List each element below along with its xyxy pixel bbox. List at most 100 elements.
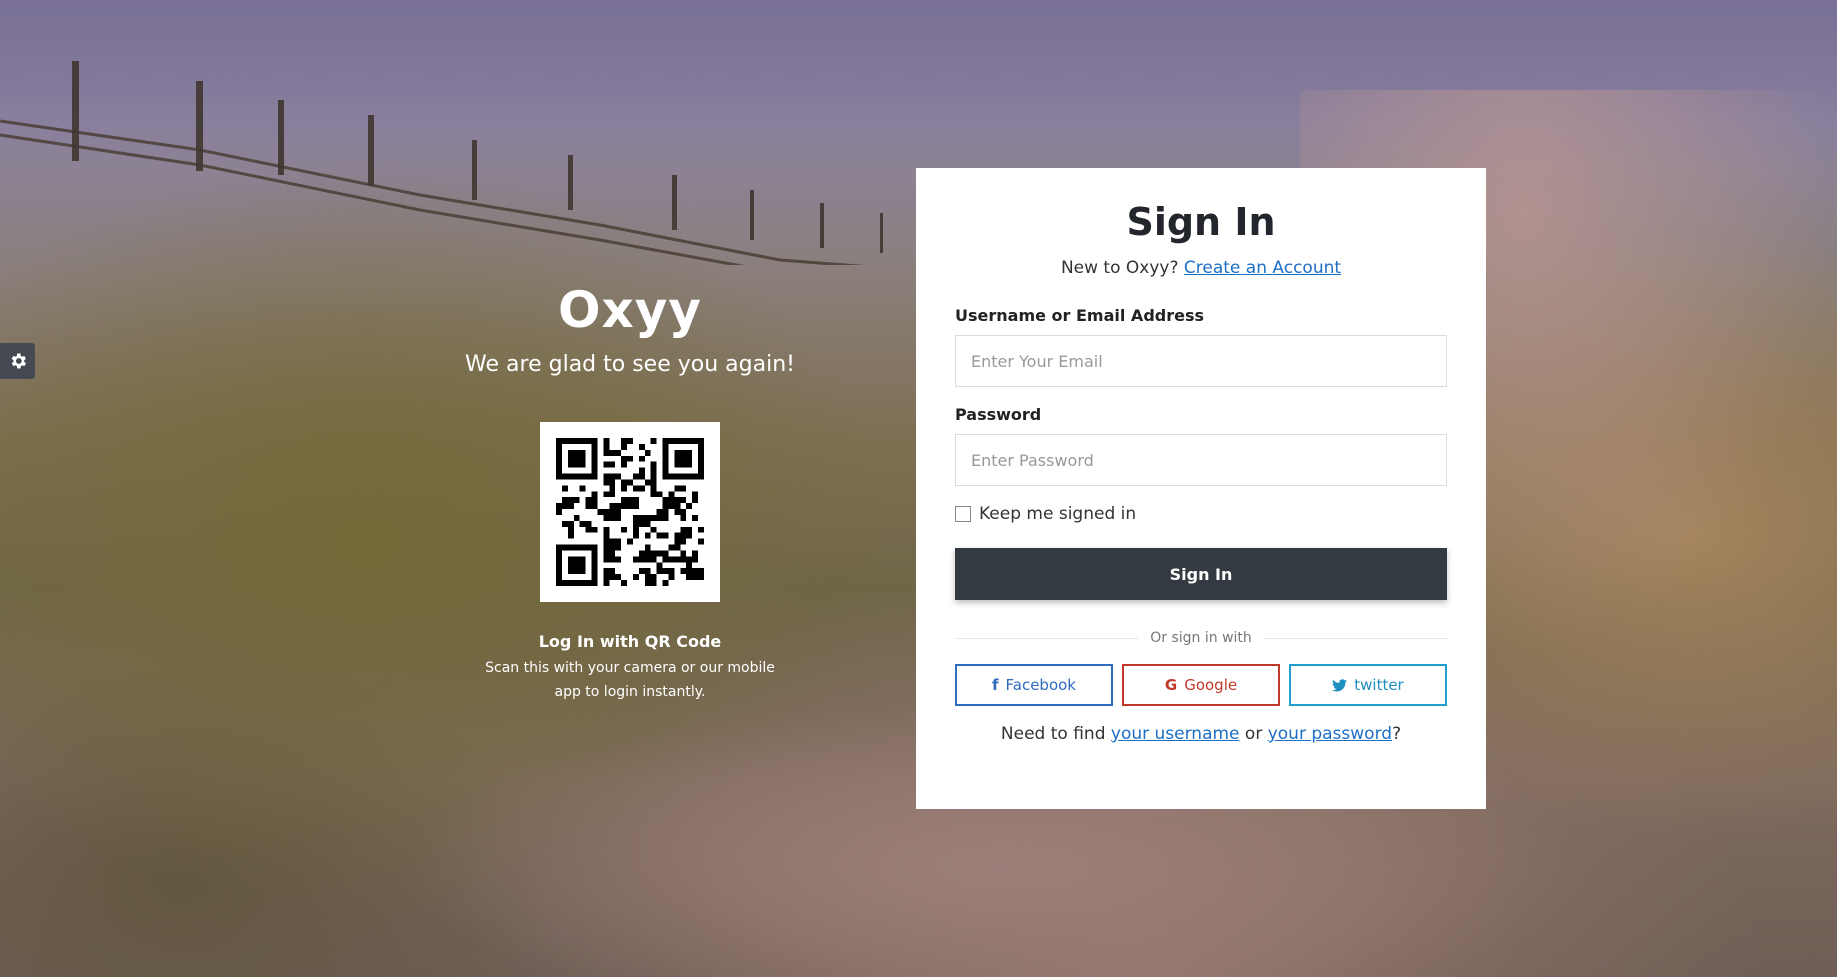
qr-module [632, 520, 639, 527]
qr-module [692, 574, 699, 581]
qr-description: Scan this with your camera or our mobile… [485, 660, 775, 700]
google-icon: G [1164, 676, 1178, 694]
qr-module [621, 485, 628, 492]
qr-module [609, 449, 616, 456]
qr-module [698, 538, 704, 545]
qr-module [579, 449, 586, 456]
qr-module [686, 526, 693, 533]
qr-module [609, 538, 616, 545]
qr-module [686, 438, 693, 444]
qr-module [674, 461, 681, 468]
qr-module [556, 580, 562, 586]
qr-module [674, 473, 681, 480]
qr-module [650, 461, 657, 468]
qr-module [561, 580, 568, 586]
qr-module [627, 538, 633, 545]
qr-module [561, 485, 568, 492]
qr-module [591, 544, 598, 551]
qr-module [638, 455, 645, 462]
qr-module [632, 574, 639, 581]
qr-module [662, 532, 669, 539]
qr-module [621, 438, 628, 444]
qr-module [686, 461, 693, 468]
qr-module [668, 473, 675, 480]
qr-module [638, 467, 645, 474]
username-input[interactable] [955, 335, 1447, 387]
qr-module [591, 562, 598, 569]
qr-module [567, 461, 574, 468]
qr-module [603, 550, 610, 557]
qr-module [609, 550, 616, 557]
signin-title: Sign In [1126, 200, 1276, 244]
qr-module [656, 509, 663, 515]
help-or-text: or [1244, 724, 1263, 744]
qr-module [573, 580, 580, 586]
help-suffix-text: ? [1392, 724, 1402, 744]
qr-module [615, 538, 622, 545]
find-password-link[interactable]: your password [1268, 724, 1392, 744]
qr-module [603, 509, 610, 515]
qr-module [615, 509, 622, 515]
qr-module [686, 473, 693, 480]
qr-module [585, 544, 592, 551]
keep-signed-in-label[interactable]: Keep me signed in [979, 504, 1136, 524]
keep-signed-in[interactable]: Keep me signed in [955, 504, 1447, 524]
qr-module [567, 503, 574, 510]
qr-module [621, 461, 628, 468]
qr-module [638, 485, 645, 492]
qr-module [662, 550, 669, 557]
find-username-link[interactable]: your username [1111, 724, 1240, 744]
qr-module [668, 438, 675, 444]
qr-module [556, 503, 562, 510]
qr-module [573, 461, 580, 468]
qr-module [692, 473, 699, 480]
qr-module [686, 455, 693, 462]
password-input[interactable] [955, 434, 1447, 486]
sign-in-button[interactable]: Sign In [955, 548, 1447, 600]
qr-module [556, 574, 562, 581]
qr-module [632, 532, 639, 539]
social-divider-text: Or sign in with [1150, 630, 1252, 646]
qr-module [650, 485, 657, 492]
qr-module [603, 461, 610, 468]
qr-module [644, 574, 651, 581]
qr-module [591, 438, 598, 444]
qr-module [656, 550, 663, 557]
twitter-button[interactable]: twitter [1289, 664, 1447, 706]
create-account-link[interactable]: Create an Account [1184, 258, 1341, 278]
qr-module [603, 449, 610, 456]
twitter-label: twitter [1354, 676, 1404, 694]
qr-module [627, 438, 633, 444]
qr-module [603, 473, 610, 480]
qr-module [627, 503, 633, 510]
qr-module [698, 467, 704, 474]
qr-module [698, 449, 704, 456]
qr-module [603, 443, 610, 450]
facebook-icon: f [991, 676, 999, 694]
qr-module [621, 580, 628, 586]
qr-module [615, 449, 622, 456]
qr-module [686, 449, 693, 456]
qr-module [591, 526, 598, 533]
qr-module [680, 556, 687, 563]
keep-signed-in-checkbox[interactable] [955, 506, 971, 522]
qr-module [585, 580, 592, 586]
qr-module [674, 438, 681, 444]
qr-module [573, 544, 580, 551]
facebook-button[interactable]: f Facebook [955, 664, 1113, 706]
qr-module [632, 526, 639, 533]
qr-module [585, 520, 592, 527]
qr-module [573, 455, 580, 462]
qr-module [591, 556, 598, 563]
qr-module [674, 538, 681, 545]
qr-module [591, 467, 598, 474]
qr-module [662, 461, 669, 468]
settings-toggle-button[interactable] [0, 343, 35, 379]
qr-module [674, 497, 681, 504]
google-button[interactable]: G Google [1122, 664, 1280, 706]
qr-module [698, 461, 704, 468]
qr-module [632, 485, 639, 492]
qr-module [579, 568, 586, 575]
qr-module [556, 568, 562, 575]
qr-module [680, 473, 687, 480]
